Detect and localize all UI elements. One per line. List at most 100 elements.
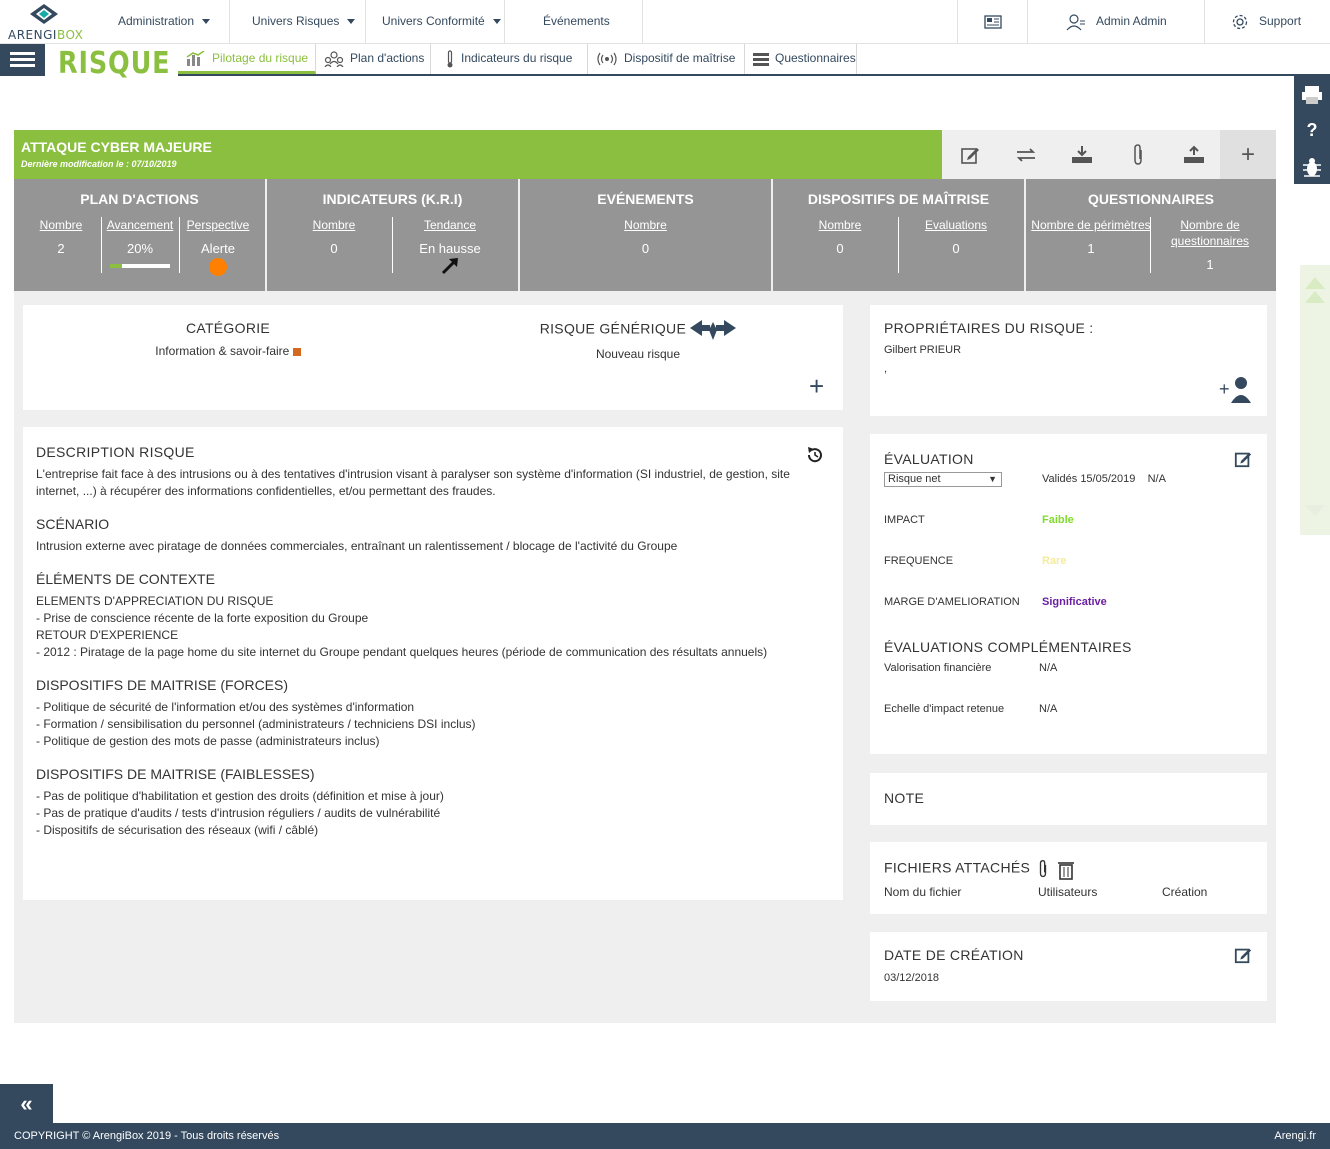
owners-card: PROPRIÉTAIRES DU RISQUE : Gilbert PRIEUR… (870, 305, 1267, 416)
attach-button[interactable] (1110, 130, 1166, 179)
tab-dispositif-label: Dispositif de maîtrise (624, 51, 736, 65)
stat-col: Tendance En hausse (393, 217, 507, 278)
note-title: NOTE (884, 790, 925, 806)
category-card: CATÉGORIE Information & savoir-faire RIS… (23, 305, 843, 410)
tab-indicateurs[interactable]: Indicateurs du risque (431, 44, 588, 74)
stat-value: En hausse (419, 241, 481, 256)
paperclip-icon[interactable] (1038, 859, 1048, 879)
support-menu[interactable]: Support (1204, 0, 1330, 44)
stat-label[interactable]: Nombre de questionnaires (1160, 217, 1260, 249)
user-menu[interactable]: Admin Admin (1027, 0, 1204, 44)
stat-label[interactable]: Nombre (14, 217, 108, 233)
footer: COPYRIGHT © ArengiBox 2019 - Tous droits… (0, 1123, 1330, 1149)
strength-line: - Politique de sécurité de l'information… (36, 700, 415, 714)
note-card[interactable]: NOTE (870, 773, 1267, 825)
stat-label[interactable]: Nombre (277, 217, 391, 233)
impact-label: IMPACT (884, 514, 925, 526)
complementary-title: ÉVALUATIONS COMPLÉMENTAIRES (884, 639, 1132, 655)
menu-toggle-button[interactable] (0, 44, 45, 76)
collapse-sidebar-button[interactable]: « (0, 1084, 53, 1123)
stat-label[interactable]: Avancement (103, 217, 177, 233)
category-label: Information & savoir-faire (155, 344, 290, 358)
nav-univers-risques-label: Univers Risques (252, 14, 340, 28)
stat-label[interactable]: Nombre (520, 217, 771, 233)
chart-icon (186, 50, 205, 66)
impact-scale-label: Echelle d'impact retenue (884, 703, 1005, 715)
news-button[interactable] (957, 0, 1027, 44)
swap-arrows-icon (1016, 148, 1036, 162)
nav-evenements[interactable]: Événements (505, 0, 643, 44)
risk-type-value: Risque net (888, 473, 941, 485)
trash-icon[interactable] (1057, 858, 1075, 880)
stat-value: 20% (126, 241, 154, 256)
stat-value: 1 (1206, 257, 1214, 272)
stat-title: INDICATEURS (K.R.I) (322, 191, 463, 207)
evaluation-title: ÉVALUATION (884, 451, 974, 467)
edit-creation-button[interactable] (1234, 946, 1252, 969)
side-print-button[interactable] (1294, 76, 1330, 112)
perspective-status-dot (209, 258, 227, 276)
stat-col: Nombre 2 (14, 217, 108, 256)
paperclip-icon (1134, 144, 1142, 165)
download-button[interactable] (1054, 130, 1110, 179)
tab-dispositif[interactable]: Dispositif de maîtrise (588, 44, 745, 74)
files-col-name[interactable]: Nom du fichier (884, 885, 961, 899)
download-tray-icon (1072, 145, 1092, 163)
add-user-icon: + (1219, 377, 1251, 403)
add-button[interactable]: + (1220, 130, 1276, 179)
edit-evaluation-button[interactable] (1234, 450, 1252, 473)
stat-title: PLAN D'ACTIONS (80, 191, 199, 207)
category-color-swatch (292, 347, 301, 356)
files-col-users[interactable]: Utilisateurs (1038, 885, 1097, 899)
weakness-line: - Dispositifs de sécurisation des réseau… (36, 823, 319, 837)
caret-down-icon (347, 19, 356, 25)
transfer-button[interactable] (998, 130, 1054, 179)
financial-value: N/A (1039, 662, 1058, 674)
files-col-creation[interactable]: Création (1162, 885, 1207, 899)
tab-questionnaires-label: Questionnaires (775, 51, 856, 65)
nav-administration[interactable]: Administration (106, 0, 230, 44)
edit-icon (1234, 452, 1252, 468)
add-owner-button[interactable]: + (1219, 375, 1253, 408)
stat-label[interactable]: Evaluations (899, 217, 1013, 233)
stat-label[interactable]: Tendance (393, 217, 507, 233)
scroll-top-icon (1305, 277, 1325, 289)
add-category-button[interactable]: + (809, 371, 824, 402)
arengibox-logo[interactable]: ARENGIBOX (8, 2, 88, 42)
tab-plan-actions[interactable]: Plan d'actions (316, 44, 431, 74)
arengi-link[interactable]: Arengi.fr (1274, 1123, 1316, 1149)
context-line: RETOUR D'EXPERIENCE (36, 628, 179, 642)
side-help-button[interactable]: ? (1294, 112, 1330, 148)
scroll-navigator[interactable] (1300, 265, 1330, 535)
side-bug-button[interactable] (1294, 148, 1330, 184)
stat-label[interactable]: Nombre de périmètres (1030, 217, 1152, 233)
divider (179, 217, 180, 273)
generic-risk-value: Nouveau risque (595, 347, 681, 361)
stat-kri: INDICATEURS (K.R.I) Nombre 0 Tendance En h… (267, 179, 518, 291)
tab-indicateurs-label: Indicateurs du risque (461, 51, 573, 65)
stat-title: QUESTIONNAIRES (1087, 191, 1214, 207)
risk-type-select[interactable]: Risque net ▼ (884, 472, 1002, 487)
trend-up-arrow-icon (441, 258, 458, 275)
generic-risk-header: RISQUE GÉNÉRIQUE (433, 320, 843, 340)
files-title: FICHIERS ATTACHÉS (884, 859, 1031, 876)
divider (101, 217, 102, 273)
tab-questionnaires[interactable]: Questionnaires (745, 44, 857, 74)
support-label: Support (1259, 14, 1302, 28)
context-line: ELEMENTS D'APPRECIATION DU RISQUE (36, 594, 274, 608)
generic-risk-arrows-icon[interactable] (690, 320, 737, 340)
tab-pilotage[interactable]: Pilotage du risque (178, 44, 316, 74)
nav-univers-conformite[interactable]: Univers Conformité (366, 0, 505, 44)
stat-label[interactable]: Nombre (783, 217, 897, 233)
edit-button[interactable] (942, 130, 998, 179)
upload-button[interactable] (1166, 130, 1222, 179)
nav-univers-conformite-label: Univers Conformité (382, 14, 485, 28)
history-button[interactable] (805, 445, 825, 470)
nav-univers-risques[interactable]: Univers Risques (230, 0, 366, 44)
creation-date: 03/12/2018 (884, 972, 940, 984)
stat-value: 0 (836, 241, 844, 256)
hamburger-line (10, 64, 35, 67)
stat-col: Nombre 0 (277, 217, 391, 256)
stat-label[interactable]: Perspective (181, 217, 255, 233)
caret-down-icon (492, 19, 501, 25)
